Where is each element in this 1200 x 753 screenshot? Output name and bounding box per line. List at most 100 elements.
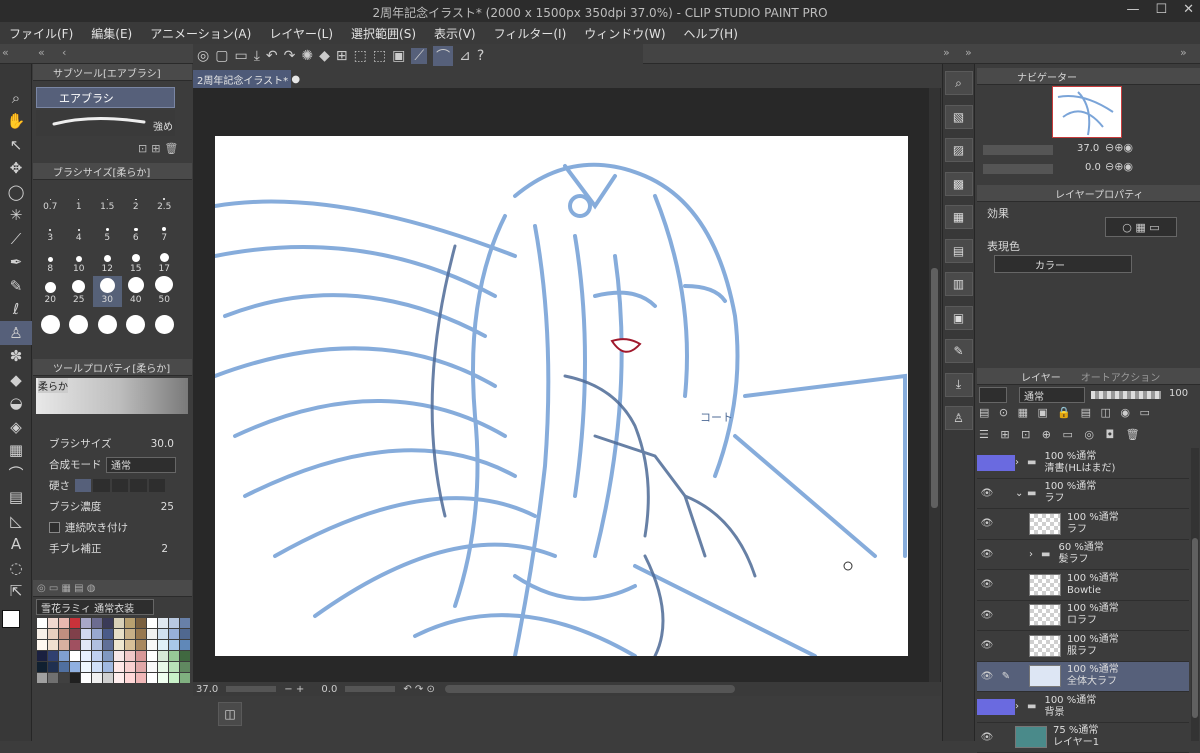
brush-size-cell[interactable] xyxy=(65,307,94,338)
color-swatch[interactable] xyxy=(158,673,168,683)
visibility-icon[interactable] xyxy=(977,699,997,715)
operation-icon[interactable]: ↖ xyxy=(0,133,32,157)
color-swatch[interactable] xyxy=(48,662,58,672)
color-swatch[interactable] xyxy=(125,662,135,672)
color-swatch[interactable] xyxy=(136,651,146,661)
color-swatch[interactable] xyxy=(136,618,146,628)
color-swatch[interactable] xyxy=(48,651,58,661)
zoom-in-icon[interactable]: + xyxy=(296,684,304,695)
color-swatch[interactable] xyxy=(147,640,157,650)
edit-target-icon[interactable]: ✎ xyxy=(997,671,1015,682)
navigator-zoom-buttons[interactable]: ⊖⊕◉ xyxy=(1105,141,1133,154)
menu-file[interactable]: ファイル(F) xyxy=(0,25,82,42)
brush-size-cell[interactable]: 4 xyxy=(65,214,94,245)
brush-size-cell[interactable]: 15 xyxy=(122,245,151,276)
layer-scrollbar[interactable] xyxy=(1191,448,1199,741)
hardness-selector[interactable] xyxy=(75,479,165,492)
subtool-airbrush-item[interactable]: エアブラシ xyxy=(36,87,175,108)
brush-size-cell[interactable] xyxy=(93,307,122,338)
panel-toggle-icon[interactable]: ◫ xyxy=(218,702,242,726)
layer-row[interactable]: 👁100 %通常Bowtie xyxy=(977,570,1189,601)
brush-size-cell[interactable]: 1 xyxy=(65,183,94,214)
chevron-icon[interactable]: ⌄ xyxy=(1015,488,1027,499)
color-swatch[interactable] xyxy=(114,640,124,650)
layer-actions[interactable]: ☰ ⊞ ⊡ ⊕ ▭ ◎ ◘ 🗑 xyxy=(979,428,1189,446)
zoom-out-icon[interactable]: − xyxy=(284,684,292,695)
eyedropper-icon[interactable]: ⟋ xyxy=(0,227,32,251)
pencil-icon[interactable]: ✎ xyxy=(0,274,32,298)
brush-size-cell[interactable]: 2.5 xyxy=(150,183,179,214)
color-swatch[interactable] xyxy=(169,651,179,661)
color-swatch[interactable] xyxy=(81,629,91,639)
material-pattern-icon[interactable]: ▩ xyxy=(945,172,973,196)
brush-size-cell[interactable]: 30 xyxy=(93,276,122,307)
color-swatch[interactable] xyxy=(92,673,102,683)
color-swatch[interactable] xyxy=(103,673,113,683)
chevron-icon[interactable]: › xyxy=(1015,701,1027,712)
material-icon[interactable]: ▧ xyxy=(945,105,973,129)
menu-edit[interactable]: 編集(E) xyxy=(82,25,141,42)
airbrush-icon[interactable]: ♙ xyxy=(0,321,32,345)
menu-selection[interactable]: 選択範囲(S) xyxy=(342,25,425,42)
color-swatch[interactable] xyxy=(114,629,124,639)
brush-size-cell[interactable]: 7 xyxy=(150,214,179,245)
subtool-actions[interactable]: ⊡⊞🗑 xyxy=(138,142,182,155)
color-swatch[interactable] xyxy=(136,673,146,683)
color-swatch[interactable] xyxy=(37,629,47,639)
color-swatch[interactable] xyxy=(147,673,157,683)
edit-material-icon[interactable]: ✎ xyxy=(945,339,973,363)
brush-size-cell[interactable]: 50 xyxy=(150,276,179,307)
navigator-preview[interactable] xyxy=(1052,86,1122,138)
color-tabs[interactable]: ◎ ▭ ▦ ▤ ◍ xyxy=(33,580,192,597)
menu-window[interactable]: ウィンドウ(W) xyxy=(575,25,674,42)
fill-icon[interactable]: ◆ xyxy=(319,48,330,64)
brush-size-cell[interactable]: 17 xyxy=(150,245,179,276)
visibility-icon[interactable]: 👁 xyxy=(977,549,997,560)
open-folder-icon[interactable]: ▭ xyxy=(234,48,247,64)
brush-size-cell[interactable]: 40 xyxy=(122,276,151,307)
stabilize-value[interactable]: 2 xyxy=(161,543,168,555)
color-swatch[interactable] xyxy=(114,651,124,661)
eraser-icon[interactable]: ◆ xyxy=(0,368,32,392)
color-swatch[interactable] xyxy=(125,673,135,683)
color-swatch[interactable] xyxy=(37,651,47,661)
color-swatch[interactable] xyxy=(70,640,80,650)
visibility-icon[interactable] xyxy=(977,455,997,471)
undo-icon[interactable]: ↶ xyxy=(266,48,278,64)
navigator-zoom-slider[interactable] xyxy=(983,145,1053,155)
layer-color-select[interactable] xyxy=(979,387,1007,403)
gradient-icon[interactable]: ▦ xyxy=(0,439,32,463)
navigator-rotation-value[interactable]: 0.0 xyxy=(1085,162,1101,173)
figure-material-icon[interactable]: ♙ xyxy=(945,406,973,430)
color-swatch[interactable] xyxy=(81,662,91,672)
visibility-icon[interactable]: 👁 xyxy=(977,518,997,529)
color-swatch[interactable] xyxy=(180,629,190,639)
navigator-zoom-value[interactable]: 37.0 xyxy=(1077,143,1099,154)
collapse-right-icon[interactable]: » xyxy=(965,46,972,59)
brush-size-cell[interactable]: 5 xyxy=(93,214,122,245)
color-swatch[interactable] xyxy=(158,651,168,661)
chevron-icon[interactable]: › xyxy=(1015,457,1027,468)
color-swatch[interactable] xyxy=(59,618,69,628)
hand-icon[interactable]: ✋ xyxy=(0,110,32,134)
texture-icon[interactable]: ▦ xyxy=(945,205,973,229)
menu-animation[interactable]: アニメーション(A) xyxy=(141,25,260,42)
color-palette[interactable] xyxy=(37,618,192,683)
collapse-left-icon[interactable]: « xyxy=(2,46,9,59)
brush-icon[interactable]: ℓ xyxy=(0,298,32,322)
color-swatch[interactable] xyxy=(147,618,157,628)
layer-row[interactable]: 👁100 %通常服ラフ xyxy=(977,631,1189,662)
color-swatch[interactable] xyxy=(48,618,58,628)
snap-ruler-icon[interactable]: ⟋ xyxy=(411,48,427,64)
chevron-icon[interactable]: › xyxy=(1029,549,1041,560)
chevron-left-icon[interactable]: ‹ xyxy=(62,46,66,59)
color-swatch[interactable] xyxy=(147,651,157,661)
color-swatch[interactable] xyxy=(70,651,80,661)
canvas-zoom-value[interactable]: 37.0 xyxy=(193,684,218,695)
layer-tab[interactable]: レイヤー xyxy=(1021,369,1061,384)
color-swatch[interactable] xyxy=(92,640,102,650)
visibility-icon[interactable]: 👁 xyxy=(977,610,997,621)
color-swatch[interactable] xyxy=(92,618,102,628)
color-swatch[interactable] xyxy=(103,640,113,650)
color-swatch[interactable] xyxy=(59,629,69,639)
